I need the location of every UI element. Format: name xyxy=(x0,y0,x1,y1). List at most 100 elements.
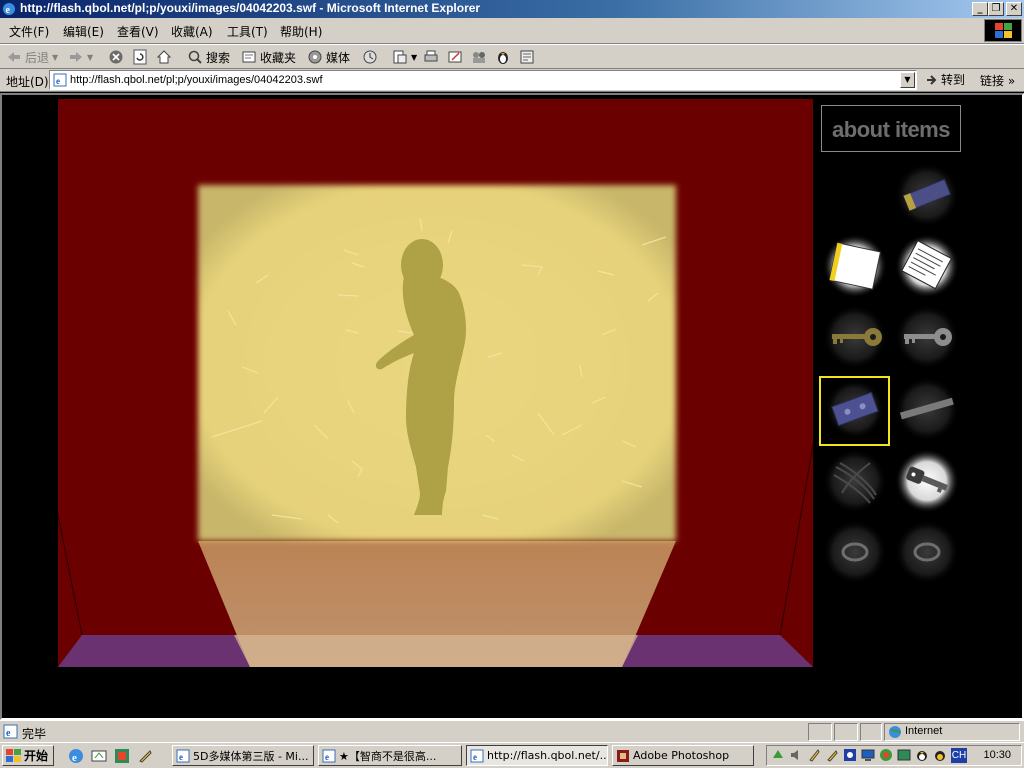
url-input[interactable] xyxy=(70,73,890,87)
address-dropdown-button[interactable]: ▼ xyxy=(900,72,915,88)
media-quicklaunch-icon[interactable] xyxy=(114,748,130,764)
menu-bar: 文件(F) 编辑(E) 查看(V) 收藏(A) 工具(T) 帮助(H) xyxy=(0,18,1024,44)
menu-favorites[interactable]: 收藏(A) xyxy=(171,23,213,40)
ie-icon: e xyxy=(3,3,15,16)
go-button[interactable]: 转到 xyxy=(925,71,965,88)
print-icon xyxy=(424,50,438,62)
ie-quicklaunch-icon[interactable]: e xyxy=(68,748,84,764)
language-indicator[interactable]: CH xyxy=(951,748,967,763)
game-scene[interactable] xyxy=(2,95,1022,718)
back-arrow-icon xyxy=(8,52,20,62)
firewall-tray-icon[interactable] xyxy=(897,748,911,762)
go-label: 转到 xyxy=(941,73,966,87)
ie-task-icon: e xyxy=(470,749,484,762)
penguin-icon xyxy=(498,52,508,64)
favorites-button[interactable]: 收藏夹 xyxy=(241,48,296,66)
edit-button[interactable] xyxy=(447,48,463,66)
status-text: 完毕 xyxy=(22,727,47,741)
pen-tray-icon[interactable] xyxy=(825,748,839,762)
home-icon xyxy=(156,50,172,64)
edit-icon xyxy=(448,51,462,63)
task-label: ★【智商不是很高... xyxy=(339,749,437,763)
task-button-quiz[interactable]: e ★【智商不是很高... xyxy=(318,745,462,766)
flash-quicklaunch-icon[interactable] xyxy=(137,748,153,764)
antivirus-tray-icon[interactable] xyxy=(879,748,893,762)
monitor-tray-icon[interactable] xyxy=(861,748,875,762)
restore-button[interactable]: ❐ xyxy=(988,2,1004,16)
windows-start-icon xyxy=(6,748,21,762)
windows-logo xyxy=(984,19,1022,42)
discuss-button[interactable] xyxy=(471,48,487,66)
history-button[interactable] xyxy=(362,48,378,66)
refresh-icon xyxy=(133,49,147,65)
notes-button[interactable] xyxy=(519,48,535,66)
clock[interactable]: 10:30 xyxy=(983,749,1011,761)
windows-flag-icon xyxy=(995,23,1012,38)
discuss-icon xyxy=(473,52,485,63)
photoshop-task-icon xyxy=(617,749,629,762)
menu-view[interactable]: 查看(V) xyxy=(117,23,159,40)
svg-text:e: e xyxy=(6,728,11,739)
start-label: 开始 xyxy=(24,749,49,763)
task-label: 5D多媒体第三版 - Mi... xyxy=(193,749,309,763)
search-icon xyxy=(188,50,202,64)
messenger-tray-icon[interactable] xyxy=(915,748,929,762)
menu-file[interactable]: 文件(F) xyxy=(9,23,49,40)
task-button-multimedia[interactable]: e 5D多媒体第三版 - Mi... xyxy=(172,745,314,766)
volume-tray-icon[interactable] xyxy=(789,748,803,762)
svg-text:e: e xyxy=(473,752,477,762)
svg-text:e: e xyxy=(56,76,60,86)
media-label: 媒体 xyxy=(326,50,351,65)
menu-edit[interactable]: 编辑(E) xyxy=(63,23,104,40)
back-button[interactable]: 后退 ▼ xyxy=(6,48,58,66)
mail-button[interactable]: ▼ xyxy=(392,48,417,66)
stop-icon xyxy=(109,50,123,64)
desktop-quicklaunch-icon[interactable] xyxy=(91,748,107,764)
zone-text: Internet xyxy=(905,725,943,737)
player-tray-icon[interactable] xyxy=(843,748,857,762)
address-label: 地址(D) xyxy=(6,75,49,89)
search-label: 搜索 xyxy=(206,50,231,65)
about-items-box[interactable]: about items xyxy=(821,105,961,152)
status-cell-3 xyxy=(860,723,882,741)
media-icon xyxy=(308,50,322,64)
svg-text:e: e xyxy=(6,5,11,16)
home-button[interactable] xyxy=(156,48,172,66)
chat-tray-icon[interactable] xyxy=(933,748,947,762)
address-field[interactable]: e ▼ xyxy=(49,70,917,90)
notes-icon xyxy=(520,50,534,64)
task-button-flash-page[interactable]: e http://flash.qbol.net/... xyxy=(466,745,608,766)
svg-text:e: e xyxy=(325,752,329,762)
refresh-button[interactable] xyxy=(132,48,148,66)
stop-button[interactable] xyxy=(108,48,124,66)
globe-icon xyxy=(889,726,901,738)
flash-content[interactable]: about items xyxy=(0,93,1024,720)
menu-tools[interactable]: 工具(T) xyxy=(227,23,268,40)
mail-icon xyxy=(393,50,407,64)
svg-text:e: e xyxy=(179,752,183,762)
minimize-button[interactable]: _ xyxy=(972,2,988,16)
start-button[interactable]: 开始 xyxy=(2,745,54,766)
links-button[interactable]: 链接 » xyxy=(980,72,1015,89)
search-button[interactable]: 搜索 xyxy=(187,48,230,66)
links-label: 链接 xyxy=(980,74,1005,88)
media-button[interactable]: 媒体 xyxy=(307,48,350,66)
flash-tray-icon[interactable] xyxy=(807,748,821,762)
menu-help[interactable]: 帮助(H) xyxy=(280,23,322,40)
page-icon: e xyxy=(53,73,67,87)
back-label: 后退 xyxy=(25,50,50,65)
network-tray-icon[interactable] xyxy=(771,748,785,762)
forward-button[interactable]: ▼ xyxy=(68,48,93,66)
task-label: http://flash.qbol.net/... xyxy=(487,749,608,762)
history-icon xyxy=(363,50,377,64)
close-button[interactable]: ✕ xyxy=(1006,2,1022,16)
print-button[interactable] xyxy=(423,48,439,66)
address-bar: 地址(D) e ▼ 转到 链接 » xyxy=(0,69,1024,92)
status-cell-2 xyxy=(834,723,858,741)
task-button-photoshop[interactable]: Adobe Photoshop xyxy=(612,745,754,766)
messenger-button[interactable] xyxy=(495,48,511,66)
ie-task-icon: e xyxy=(176,749,190,762)
favorites-label: 收藏夹 xyxy=(260,50,297,65)
go-arrow-icon xyxy=(927,74,937,85)
svg-text:e: e xyxy=(72,752,77,764)
